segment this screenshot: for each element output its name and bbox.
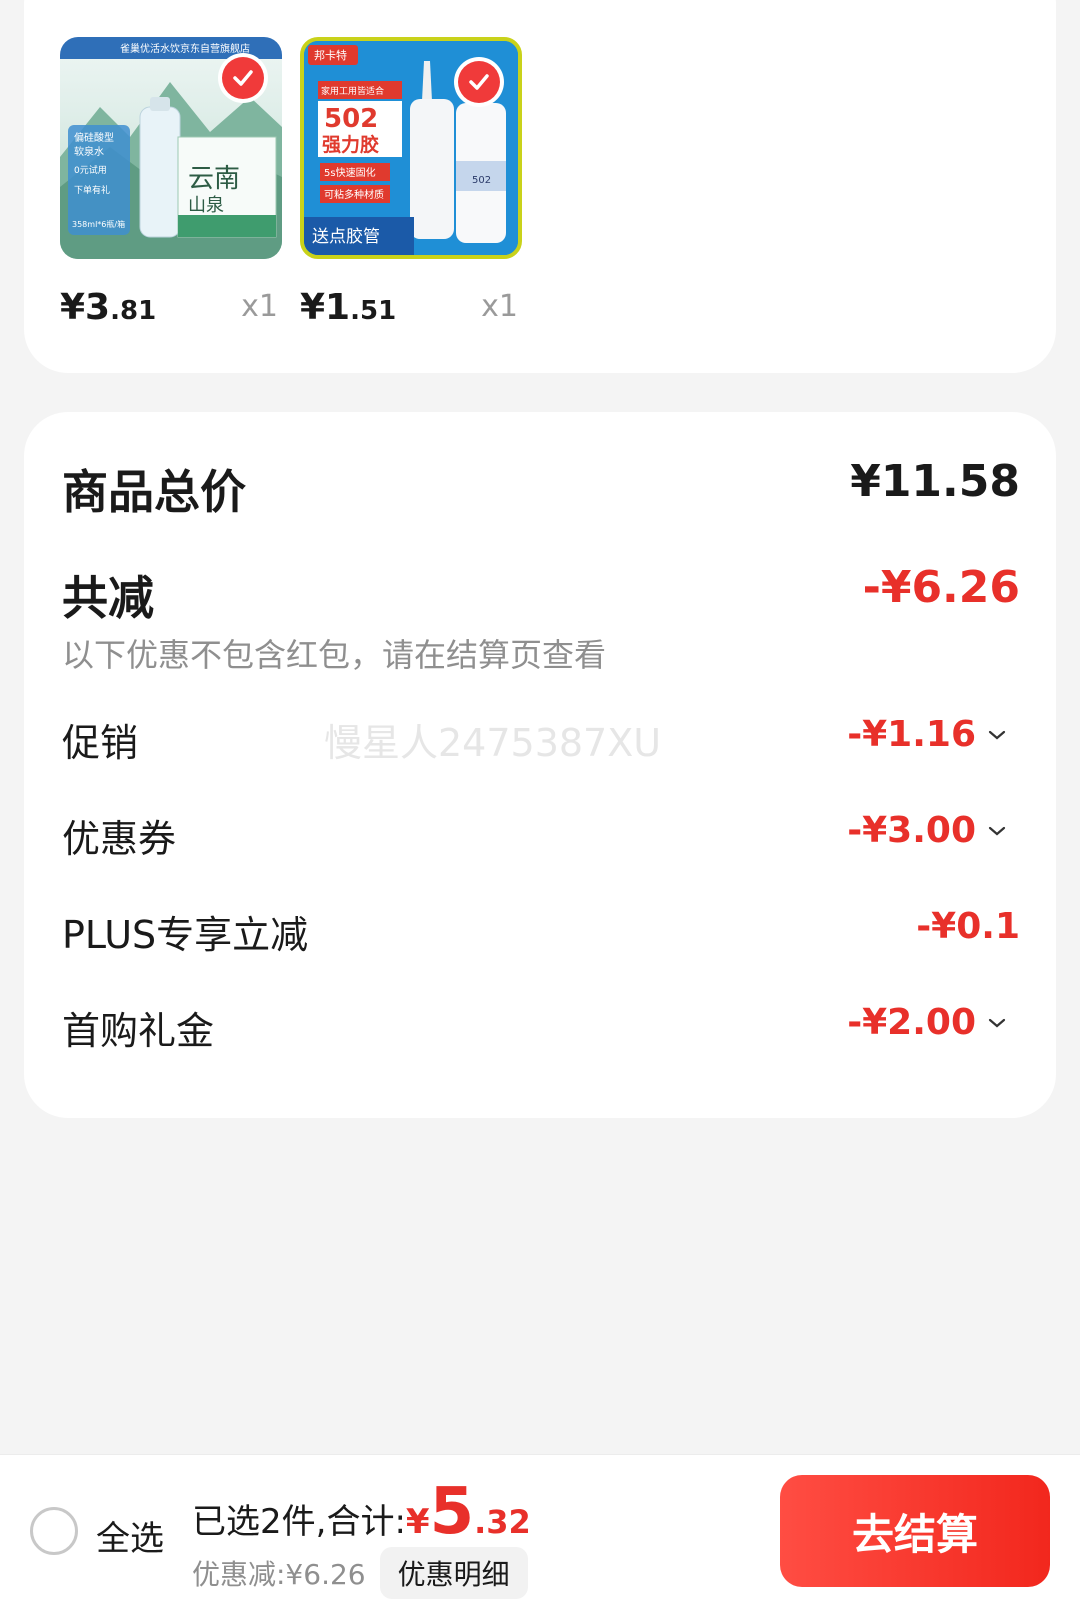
first-purchase-row[interactable]: 首购礼金 -¥2.00 (62, 1000, 1020, 1053)
promo-row[interactable]: 促销 -¥1.16 (62, 712, 1020, 765)
discount-detail-button[interactable]: 优惠明细 (379, 1547, 528, 1599)
svg-text:502: 502 (324, 104, 378, 134)
select-all-radio[interactable] (30, 1507, 78, 1555)
total-reduce-value: -¥6.26 (862, 562, 1020, 613)
product-item[interactable]: 雀巢优活水饮京东自营旗舰店 偏硅酸型 软泉水 0元试用 下单有礼 358ml*6… (60, 37, 282, 333)
svg-text:强力胶: 强力胶 (322, 133, 379, 156)
chevron-down-icon[interactable] (986, 724, 1008, 746)
svg-text:5s快速固化: 5s快速固化 (324, 166, 376, 179)
promo-label: 促销 (62, 721, 139, 765)
svg-text:0元试用: 0元试用 (74, 164, 107, 176)
product-price-row: ¥1.51 x1 (300, 283, 522, 333)
discount-amount: 优惠减:¥6.26 (192, 1558, 366, 1591)
svg-text:送点胶管: 送点胶管 (312, 227, 380, 247)
svg-text:偏硅酸型: 偏硅酸型 (74, 131, 114, 144)
product-price: ¥3.81 (60, 287, 157, 328)
product-thumbnail[interactable]: 邦卡特 家用工用皆适合 502 强力胶 5s快速固化 可粘多种材质 502 送点… (300, 37, 522, 259)
svg-text:家用工用皆适合: 家用工用皆适合 (321, 85, 384, 97)
selected-check-icon[interactable] (458, 61, 500, 103)
total-integer: 5 (429, 1475, 475, 1549)
chevron-down-icon[interactable] (986, 1012, 1008, 1034)
total-reduce-label: 共减 (62, 571, 154, 625)
svg-text:下单有礼: 下单有礼 (74, 184, 110, 196)
hint-text: 以下优惠不包含红包，请在结算页查看 (62, 636, 607, 674)
svg-text:云南: 云南 (188, 164, 240, 194)
checkout-bar: 全选 已选2件,合计: ¥ 5 .32 优惠减:¥6.26 优惠明细 去结算 (0, 1454, 1080, 1605)
checkout-button[interactable]: 去结算 (780, 1475, 1050, 1587)
coupon-value[interactable]: -¥3.00 (847, 810, 1008, 851)
selected-products-card: 雀巢优活水饮京东自营旗舰店 偏硅酸型 软泉水 0元试用 下单有礼 358ml*6… (24, 0, 1056, 373)
total-reduce-row: 共减 -¥6.26 (62, 562, 1020, 625)
discount-hint: 以下优惠不包含红包，请在结算页查看 (62, 630, 1020, 676)
selected-check-icon[interactable] (222, 57, 264, 99)
product-thumbnail[interactable]: 雀巢优活水饮京东自营旗舰店 偏硅酸型 软泉水 0元试用 下单有礼 358ml*6… (60, 37, 282, 259)
total-currency: ¥ (405, 1502, 430, 1542)
promo-value[interactable]: -¥1.16 (847, 714, 1008, 755)
total-price-row: 商品总价 ¥11.58 (62, 456, 1020, 519)
plus-discount-row: PLUS专享立减 -¥0.1 (62, 904, 1020, 957)
product-quantity: x1 (481, 289, 518, 324)
chevron-down-icon[interactable] (986, 820, 1008, 842)
selected-count-text: 已选2件,合计: (192, 1502, 406, 1542)
discount-summary: 优惠减:¥6.26 优惠明细 (192, 1547, 528, 1599)
total-price-value: ¥11.58 (850, 456, 1020, 507)
plus-discount-value: -¥0.1 (916, 906, 1020, 947)
total-price-label: 商品总价 (62, 465, 246, 519)
product-price: ¥1.51 (300, 287, 397, 328)
selected-total: 已选2件,合计: ¥ 5 .32 (192, 1475, 531, 1549)
image-text: 雀巢优活水饮京东自营旗舰店 (120, 42, 250, 55)
product-quantity: x1 (241, 289, 278, 324)
svg-text:502: 502 (472, 175, 491, 186)
total-decimal: .32 (474, 1503, 531, 1541)
product-price-row: ¥3.81 x1 (60, 283, 282, 333)
first-purchase-value[interactable]: -¥2.00 (847, 1002, 1008, 1043)
price-summary-card: 商品总价 ¥11.58 共减 -¥6.26 以下优惠不包含红包，请在结算页查看 … (24, 412, 1056, 1118)
select-all-label[interactable]: 全选 (96, 1511, 164, 1560)
svg-text:邦卡特: 邦卡特 (314, 48, 347, 62)
svg-text:软泉水: 软泉水 (74, 145, 104, 158)
first-purchase-label: 首购礼金 (62, 1009, 215, 1053)
plus-discount-label: PLUS专享立减 (62, 913, 309, 957)
svg-text:358ml*6瓶/箱: 358ml*6瓶/箱 (72, 219, 125, 229)
svg-text:山泉: 山泉 (188, 195, 224, 216)
svg-text:可粘多种材质: 可粘多种材质 (324, 188, 384, 201)
coupon-label: 优惠券 (62, 817, 177, 861)
product-item[interactable]: 邦卡特 家用工用皆适合 502 强力胶 5s快速固化 可粘多种材质 502 送点… (300, 37, 522, 333)
coupon-row[interactable]: 优惠券 -¥3.00 (62, 808, 1020, 861)
